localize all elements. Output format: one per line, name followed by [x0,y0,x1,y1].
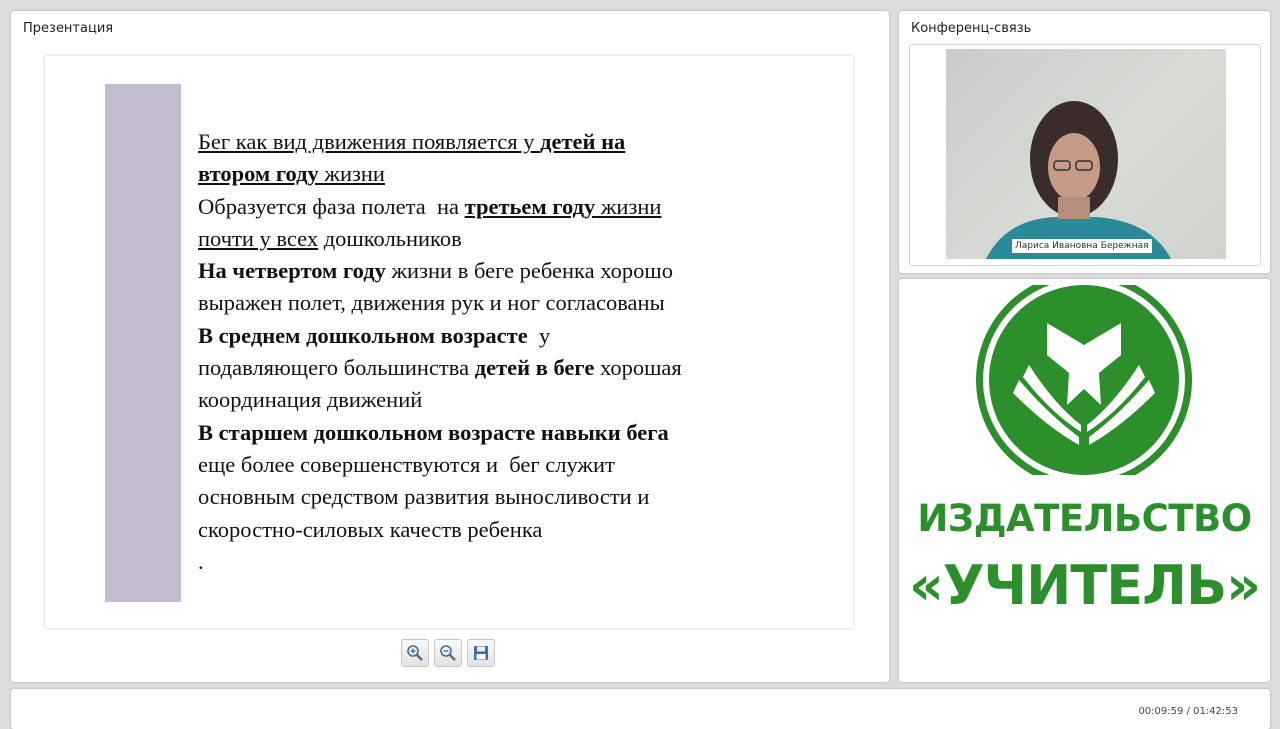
slide-text-segment: детей в беге [474,355,595,381]
presentation-slide: Бег как вид движения появляется у детей … [45,56,853,628]
slide-line: . [198,546,838,578]
slide-text-segment: дошкольников [318,225,462,251]
slide-text-segment: жизни [595,193,662,219]
slide-line: втором году жизни [198,158,838,190]
slide-line: скоростно-силовых качеств ребенка [198,514,838,546]
slide-text-segment: подавляющего большинства [198,355,475,381]
slide-text-segment: жизни [318,161,385,187]
slide-line: В среднем дошкольном возрасте у [198,320,838,352]
bottom-bar [11,689,1270,729]
zoom-in-icon [407,645,423,661]
playback-timer: 00:09:59 / 01:42:53 [1138,706,1238,717]
speaker-video[interactable]: Лариса Ивановна Бережная [946,49,1226,259]
zoom-out-button[interactable] [434,639,462,667]
slide-text-segment: третьем году [464,193,596,219]
video-container: Лариса Ивановна Бережная [909,44,1261,266]
slide-text-segment: В среднем дошкольном возрасте [198,322,528,348]
slide-line: выражен полет, движения рук и ног соглас… [198,287,838,319]
publisher-logo-panel: ИЗДАТЕЛЬСТВО «УЧИТЕЛЬ» [899,279,1270,682]
publisher-name-line2: «УЧИТЕЛЬ» [909,554,1261,617]
publisher-name-line1: ИЗДАТЕЛЬСТВО [917,497,1252,540]
slide-line: почти у всех дошкольников [198,223,838,255]
speaker-avatar-illustration [986,101,1171,259]
slide-text-segment: жизни в беге ребенка хорошо [385,258,673,284]
slide-line: подавляющего большинства детей в беге хо… [198,352,838,384]
slide-text: Бег как вид движения появляется у детей … [198,126,838,578]
zoom-in-button[interactable] [401,639,429,667]
slide-text-segment: В старшем дошкольном возрасте навыки бег… [198,419,669,445]
slide-text-segment: почти у всех [198,225,319,251]
slide-text-segment: основным средством развития выносливости… [198,484,650,510]
slide-text-segment: еще более совершенствуются и бег служит [198,451,615,477]
slide-line: еще более совершенствуются и бег служит [198,449,838,481]
slide-line: координация движений [198,384,838,416]
slide-text-segment: координация движений [198,387,423,413]
slide-text-segment: Бег как вид движения появляется у [198,129,541,154]
conference-panel: Конференц-связь Лариса Ивановна Бережная [899,11,1270,273]
slide-text-segment: На четвертом году [198,258,386,284]
presentation-title: Презентация [23,21,114,36]
slide-text-segment: выражен полет, движения рук и ног соглас… [198,290,665,316]
slide-line: Образуется фаза полета на третьем году ж… [198,191,838,223]
save-button[interactable] [467,639,495,667]
floppy-disk-icon [474,646,488,660]
slide-text-segment: . [198,548,204,574]
slide-line: основным средством развития выносливости… [198,481,838,513]
slide-text-segment: Образуется фаза полета на [198,193,465,219]
conference-title: Конференц-связь [911,21,1032,36]
publisher-logo-icon [976,285,1192,475]
slide-line: На четвертом году жизни в беге ребенка х… [198,255,838,287]
slide-text-segment: детей на [540,129,626,154]
zoom-out-icon [440,645,456,661]
slide-decorative-bar [105,84,181,602]
slide-text-segment: втором году [198,161,319,187]
slide-line: В старшем дошкольном возрасте навыки бег… [198,417,838,449]
slide-text-segment: у [527,322,551,348]
slide-text-segment: хорошая [594,355,682,381]
slide-text-segment: скоростно-силовых качеств ребенка [198,516,543,542]
presentation-panel: Презентация Бег как вид движения появляе… [11,11,889,682]
speaker-name-label: Лариса Ивановна Бережная [1012,239,1152,253]
slide-line: Бег как вид движения появляется у детей … [198,126,838,158]
